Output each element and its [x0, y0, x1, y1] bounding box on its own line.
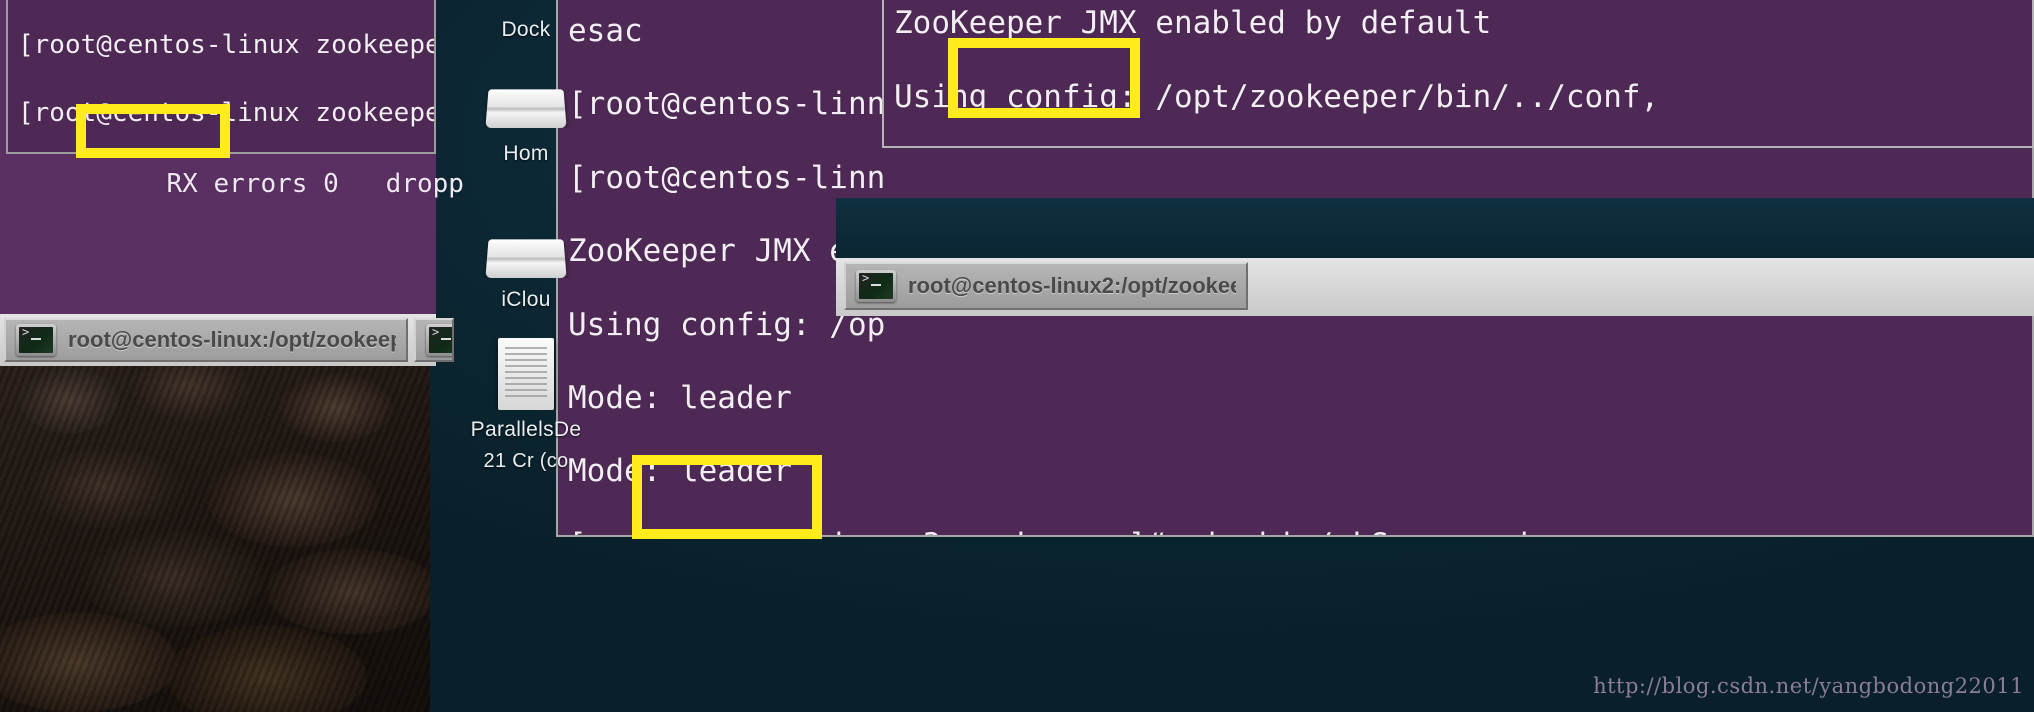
taskbar-button-label: root@centos-linux2:/opt/zookee... [908, 273, 1236, 298]
screen: RX errors 0 dropp [root@centos-linux zoo… [0, 0, 2034, 712]
desktop-icon-label: Hom [503, 142, 549, 165]
highlight-box-leader-center [632, 455, 822, 539]
highlight-box-follower-right [948, 38, 1140, 118]
terminal-icon [856, 270, 896, 302]
desktop-icon-icloud[interactable]: iClou [446, 288, 606, 312]
desktop-icon-21cr[interactable]: 21 Cr (co [446, 450, 606, 473]
disk-icon[interactable] [446, 88, 606, 128]
taskbar-button-left[interactable]: root@centos-linux:/opt/zookeeper [4, 318, 408, 362]
terminal-line-mode: Mode: leader [568, 380, 792, 417]
taskbar-button-label: root@centos-linux:/opt/zookeeper [68, 327, 396, 352]
desktop-icon-label: 21 Cr (co [483, 450, 569, 472]
desktop-icon-label: Dock [501, 18, 551, 41]
desktop-icon-column: Dock Hom iClou ParallelsDe 21 Cr (co [446, 0, 606, 712]
disk-icon-glyph [485, 89, 567, 128]
terminal-line: [root@centos-linn [568, 159, 886, 196]
taskbar-button-right[interactable]: root@centos-linux2:/opt/zookee... [844, 262, 1248, 310]
desktop-icon-label: iClou [501, 288, 551, 311]
desktop-icon-home[interactable]: Hom [446, 142, 606, 166]
left-console-body: RX errors 0 dropp [0, 160, 464, 318]
vm-wallpaper [0, 358, 430, 712]
desktop-icon-label: ParallelsDe [470, 418, 582, 441]
disk-icon[interactable] [446, 238, 606, 278]
rx-errors-line: RX errors 0 dropp [10, 169, 464, 199]
document-icon[interactable] [446, 338, 606, 410]
desktop-icon-parallels[interactable]: ParallelsDe [446, 418, 606, 442]
terminal-line: [root@centos-linux zookeeper]# [18, 30, 436, 60]
watermark: http://blog.csdn.net/yangbodong22011 [1593, 674, 2024, 698]
document-icon-glyph [498, 338, 554, 410]
terminal-line: ZooKeeper JMX enabled by default [894, 5, 1492, 41]
terminal-icon [16, 324, 56, 356]
highlight-box-follower-left [76, 104, 230, 158]
disk-icon-glyph [485, 239, 567, 278]
window-shadow-strip [836, 198, 2034, 260]
desktop-icon-dock[interactable]: Dock [446, 18, 606, 42]
